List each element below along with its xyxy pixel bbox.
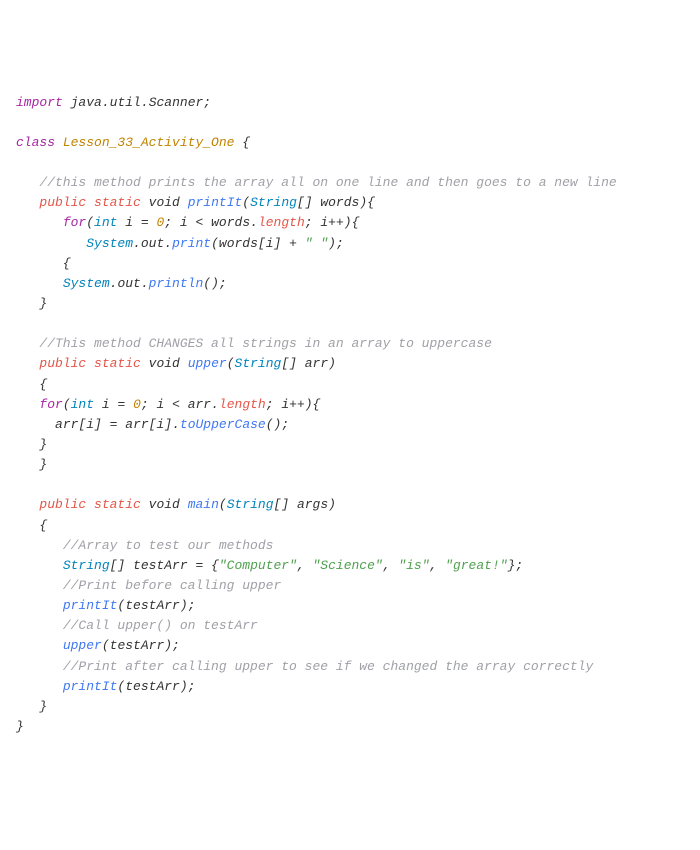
type-string: String xyxy=(250,195,297,210)
method-main: main xyxy=(188,497,219,512)
param-words: words xyxy=(320,195,359,210)
method-touppercase: toUpperCase xyxy=(180,417,266,432)
str-science: "Science" xyxy=(312,558,382,573)
comment-4: //Print before calling upper xyxy=(63,578,281,593)
code-block: import java.util.Scanner; class Lesson_3… xyxy=(16,93,684,738)
type-int: int xyxy=(94,215,117,230)
cls-scanner: Scanner xyxy=(149,95,204,110)
str-great: "great!" xyxy=(445,558,507,573)
str-computer: "Computer" xyxy=(219,558,297,573)
comment-1: //this method prints the array all on on… xyxy=(39,175,616,190)
kw-class: class xyxy=(16,135,55,150)
var-testarr: testArr xyxy=(133,558,188,573)
str-space: " " xyxy=(305,236,328,251)
method-print: print xyxy=(172,236,211,251)
pkg-java: java xyxy=(71,95,102,110)
comment-5: //Call upper() on testArr xyxy=(63,618,258,633)
prop-length: length xyxy=(258,215,305,230)
kw-import: import xyxy=(16,95,63,110)
kw-void: void xyxy=(149,195,180,210)
comment-6: //Print after calling upper to see if we… xyxy=(63,659,594,674)
cls-system: System xyxy=(86,236,133,251)
kw-static: static xyxy=(94,195,141,210)
kw-for: for xyxy=(63,215,86,230)
comment-2: //This method CHANGES all strings in an … xyxy=(39,336,491,351)
class-name: Lesson_33_Activity_One xyxy=(63,135,235,150)
kw-public: public xyxy=(39,195,86,210)
method-printit: printIt xyxy=(188,195,243,210)
comment-3: //Array to test our methods xyxy=(63,538,274,553)
pkg-util: util xyxy=(110,95,141,110)
param-args: args xyxy=(297,497,328,512)
str-is: "is" xyxy=(398,558,429,573)
method-upper: upper xyxy=(188,356,227,371)
method-println: println xyxy=(149,276,204,291)
param-arr: arr xyxy=(305,356,328,371)
